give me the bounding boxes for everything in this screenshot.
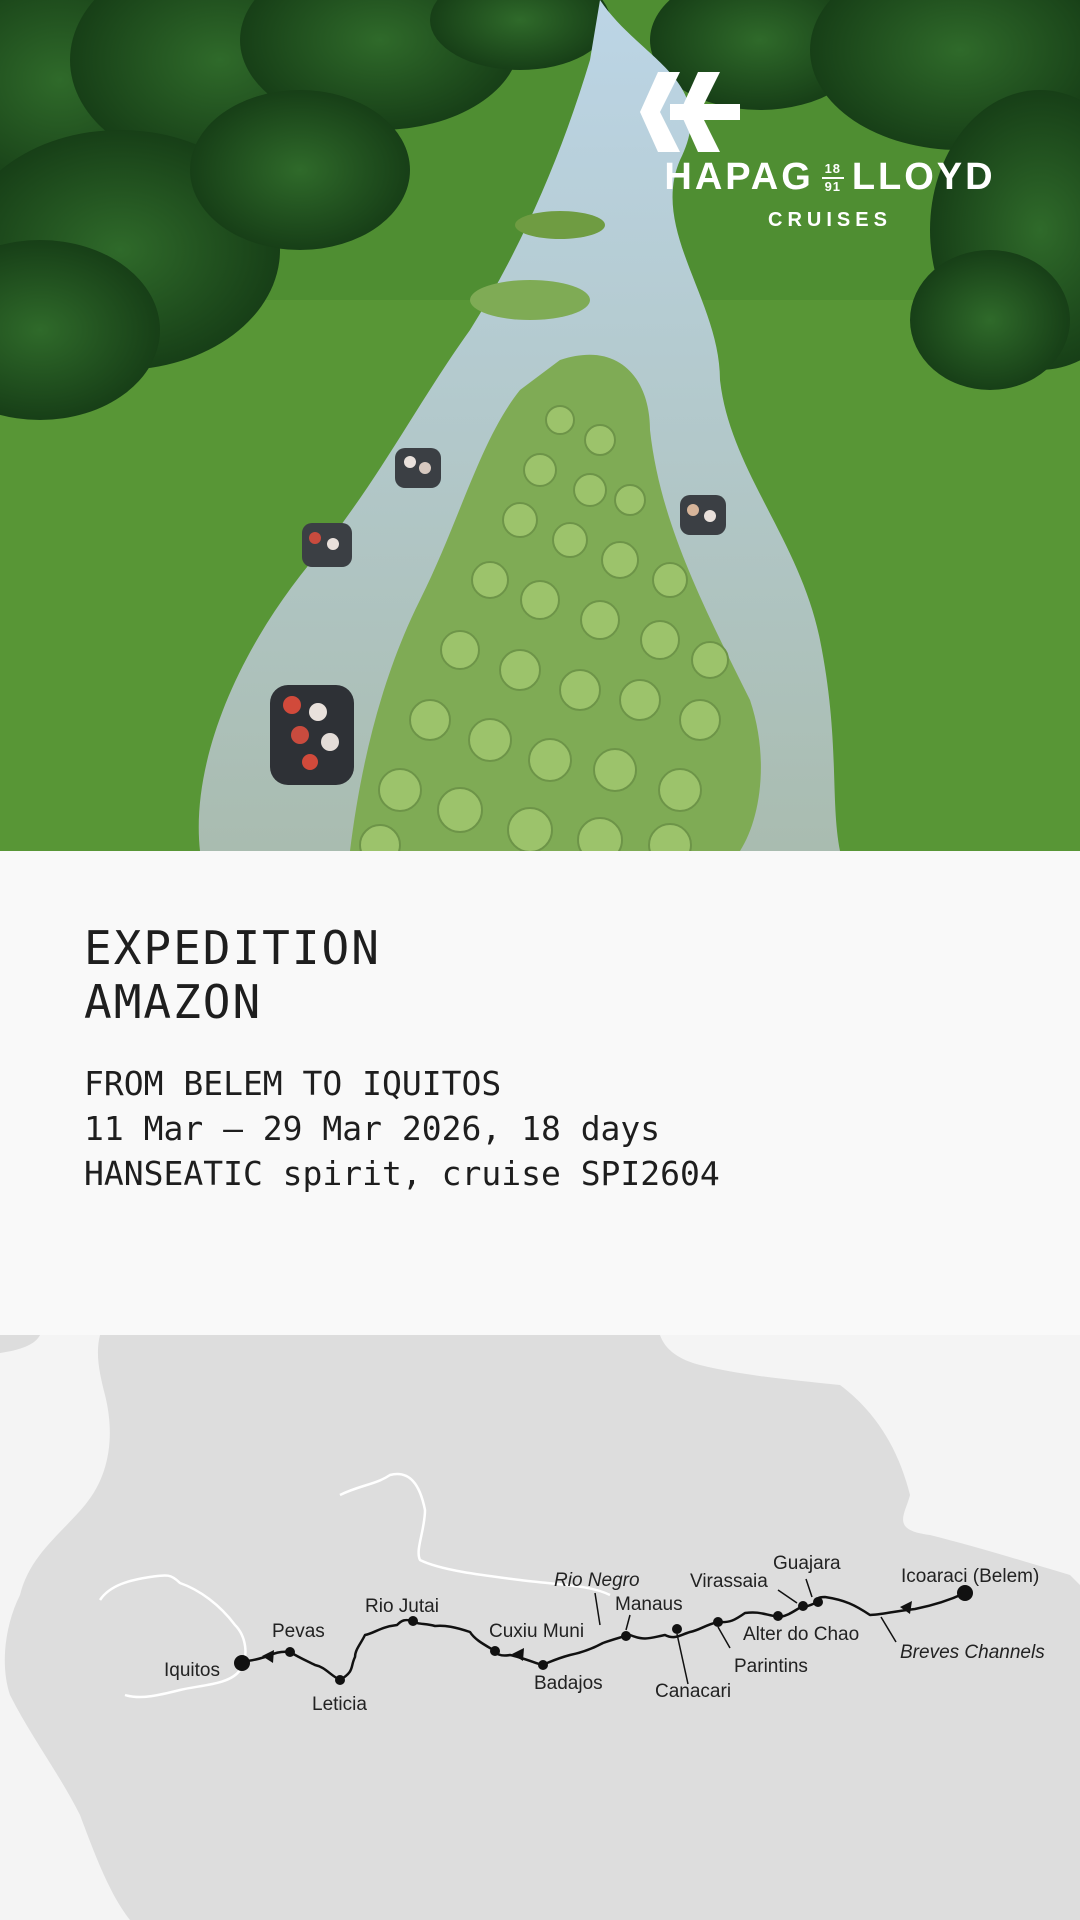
stop-icoaraci bbox=[957, 1585, 973, 1601]
stop-guajara bbox=[813, 1597, 823, 1607]
expedition-details: FROM BELEM TO IQUITOS 11 Mar – 29 Mar 20… bbox=[84, 1061, 720, 1196]
expedition-info: EXPEDITION AMAZON FROM BELEM TO IQUITOS … bbox=[0, 851, 1080, 1335]
label-parintins: Parintins bbox=[734, 1656, 808, 1677]
brand-year-bottom: 91 bbox=[824, 178, 842, 194]
label-canacari: Canacari bbox=[655, 1681, 731, 1702]
label-rionegro: Rio Negro bbox=[554, 1570, 640, 1591]
stop-leticia bbox=[335, 1675, 345, 1685]
stop-manaus bbox=[621, 1631, 631, 1641]
stop-virassaia bbox=[798, 1601, 808, 1611]
route-map: Icoaraci (Belem) Breves Channels Guajara… bbox=[0, 1335, 1080, 1920]
brand-year-top: 18 bbox=[824, 160, 842, 176]
stop-iquitos bbox=[234, 1655, 250, 1671]
stop-badajos bbox=[538, 1660, 548, 1670]
label-icoaraci: Icoaraci (Belem) bbox=[901, 1566, 1039, 1587]
label-breves: Breves Channels bbox=[900, 1642, 1045, 1663]
stop-cuxiu bbox=[490, 1646, 500, 1656]
ship-text: HANSEATIC spirit, cruise SPI2604 bbox=[84, 1154, 720, 1193]
brand-logo: HAPAG 18 91 LLOYD CRUISES bbox=[640, 72, 1020, 232]
route-text: FROM BELEM TO IQUITOS bbox=[84, 1064, 502, 1103]
label-virassaia: Virassaia bbox=[690, 1571, 768, 1592]
label-riojutai: Rio Jutai bbox=[365, 1596, 439, 1617]
title-line-1: EXPEDITION bbox=[84, 921, 381, 975]
stop-parintins bbox=[713, 1617, 723, 1627]
label-alter: Alter do Chao bbox=[743, 1624, 859, 1645]
brand-year: 18 91 bbox=[821, 160, 844, 194]
label-leticia: Leticia bbox=[312, 1694, 367, 1715]
brand-name-left: HAPAG bbox=[664, 156, 814, 198]
brand-name: HAPAG 18 91 LLOYD bbox=[640, 156, 1020, 199]
hero-photo: HAPAG 18 91 LLOYD CRUISES bbox=[0, 0, 1080, 851]
label-iquitos: Iquitos bbox=[164, 1660, 220, 1681]
label-guajara: Guajara bbox=[773, 1553, 841, 1574]
dates-text: 11 Mar – 29 Mar 2026, 18 days bbox=[84, 1109, 661, 1148]
label-pevas: Pevas bbox=[272, 1621, 325, 1642]
title-line-2: AMAZON bbox=[84, 975, 263, 1029]
label-cuxiu: Cuxiu Muni bbox=[489, 1621, 584, 1642]
stop-riojutai bbox=[408, 1616, 418, 1626]
brand-sub: CRUISES bbox=[768, 209, 892, 231]
stop-alter bbox=[773, 1611, 783, 1621]
label-badajos: Badajos bbox=[534, 1673, 603, 1694]
stop-pevas bbox=[285, 1647, 295, 1657]
stop-canacari bbox=[672, 1624, 682, 1634]
brand-name-right: LLOYD bbox=[851, 156, 996, 198]
label-manaus: Manaus bbox=[615, 1594, 683, 1615]
expedition-title: EXPEDITION AMAZON bbox=[84, 921, 381, 1029]
brand-chevron-icon bbox=[640, 72, 740, 152]
